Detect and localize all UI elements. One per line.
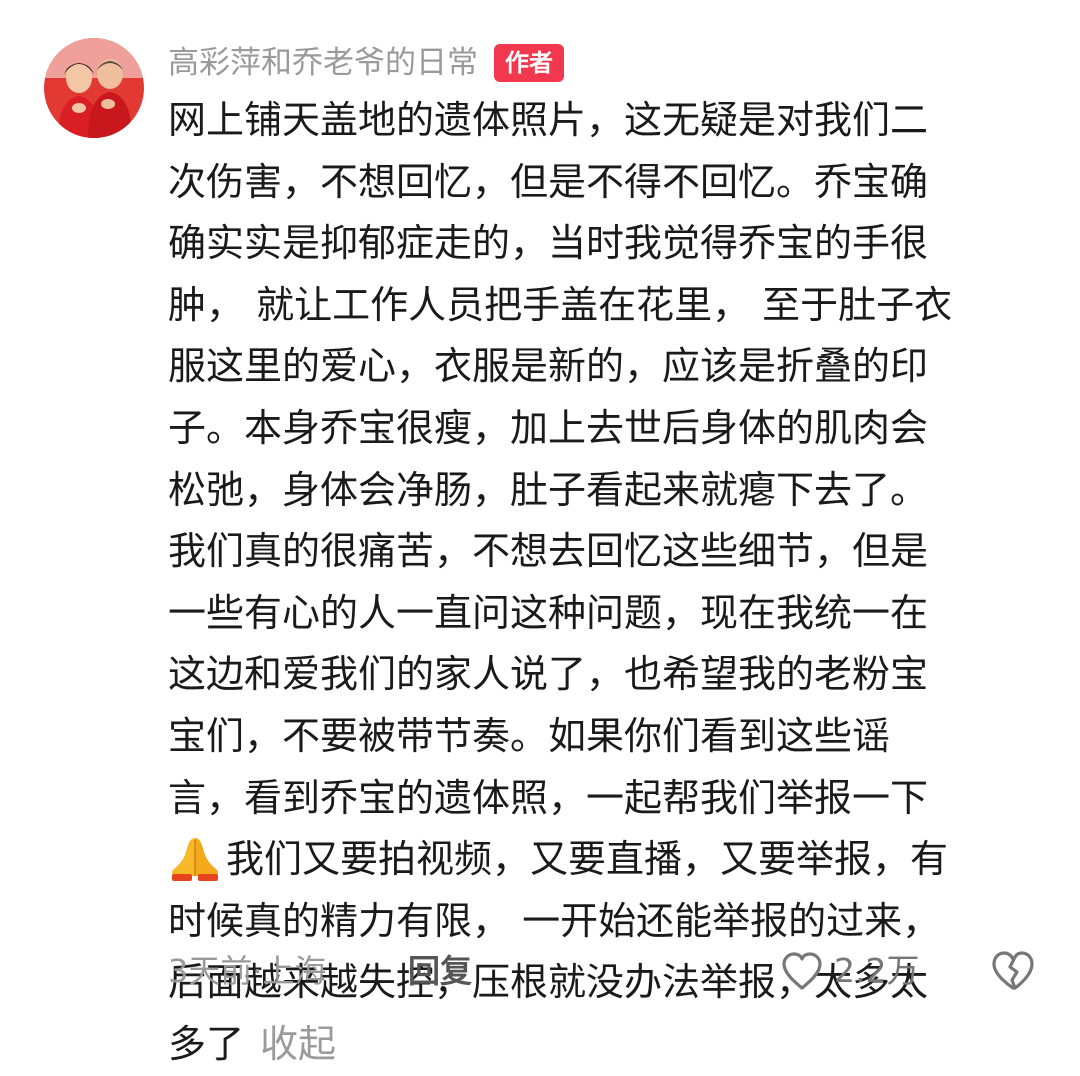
username[interactable]: 高彩萍和乔老爷的日常 bbox=[168, 38, 478, 88]
timestamp-location: 3天前·上海 bbox=[168, 952, 327, 990]
like-button[interactable]: 2.2万 bbox=[780, 942, 919, 1000]
comment-line: 言，看到乔宝的遗体照，一起帮我们举报一下 bbox=[168, 775, 929, 820]
reply-button[interactable]: 回复 bbox=[408, 942, 472, 1000]
comment-line: 一些有心的人一直问这种问题，现在我统一在 bbox=[168, 590, 929, 635]
comment-footer: 3天前·上海 回复 2.2万 bbox=[168, 942, 1040, 1000]
comment-line: 服这里的爱心，衣服是新的，应该是折叠的印 bbox=[168, 344, 929, 389]
comment-line: 肿， 就让工作人员把手盖在花里， 至于肚子衣 bbox=[168, 282, 953, 327]
heart-outline-icon[interactable] bbox=[780, 951, 824, 991]
comment-item: 高彩萍和乔老爷的日常 作者 网上铺天盖地的遗体照片，这无疑是对我们二 次伤害，不… bbox=[0, 0, 1080, 1066]
last-line-text: 多了 bbox=[168, 1021, 245, 1066]
comment-line: 网上铺天盖地的遗体照片，这无疑是对我们二 bbox=[168, 98, 929, 142]
comment-line: 宝们，不要被带节奏。如果你们看到这些谣 bbox=[168, 713, 891, 758]
comment-header: 高彩萍和乔老爷的日常 作者 bbox=[168, 38, 564, 88]
comment-line: 松弛，身体会净肠，肚子看起来就瘪下去了。 bbox=[168, 467, 929, 512]
comment-line: 这边和爱我们的家人说了，也希望我的老粉宝 bbox=[168, 652, 929, 697]
folded-hands-icon bbox=[168, 832, 222, 882]
author-badge: 作者 bbox=[494, 44, 564, 82]
comment-line: 确实实是抑郁症走的，当时我觉得乔宝的手很 bbox=[168, 221, 929, 266]
collapse-button[interactable]: 收起 bbox=[260, 1022, 336, 1066]
broken-heart-icon[interactable] bbox=[990, 950, 1036, 992]
comment-line-with-emoji: 我们又要拍视频，又要直播，又要举报，有 bbox=[168, 829, 1040, 891]
comment-last-line: 多了 收起 bbox=[168, 1014, 1040, 1076]
emoji-line-text: 我们又要拍视频，又要直播，又要举报，有 bbox=[226, 837, 949, 882]
like-count: 2.2万 bbox=[834, 951, 920, 990]
comment-line: 次伤害，不想回忆，但是不得不回忆。乔宝确 bbox=[168, 159, 929, 204]
avatar[interactable] bbox=[44, 38, 144, 138]
comment-line: 子。本身乔宝很瘦，加上去世后身体的肌肉会 bbox=[168, 405, 929, 450]
comment-text: 网上铺天盖地的遗体照片，这无疑是对我们二 次伤害，不想回忆，但是不得不回忆。乔宝… bbox=[168, 90, 1040, 1076]
comment-line: 我们真的很痛苦，不想去回忆这些细节，但是 bbox=[168, 529, 929, 574]
